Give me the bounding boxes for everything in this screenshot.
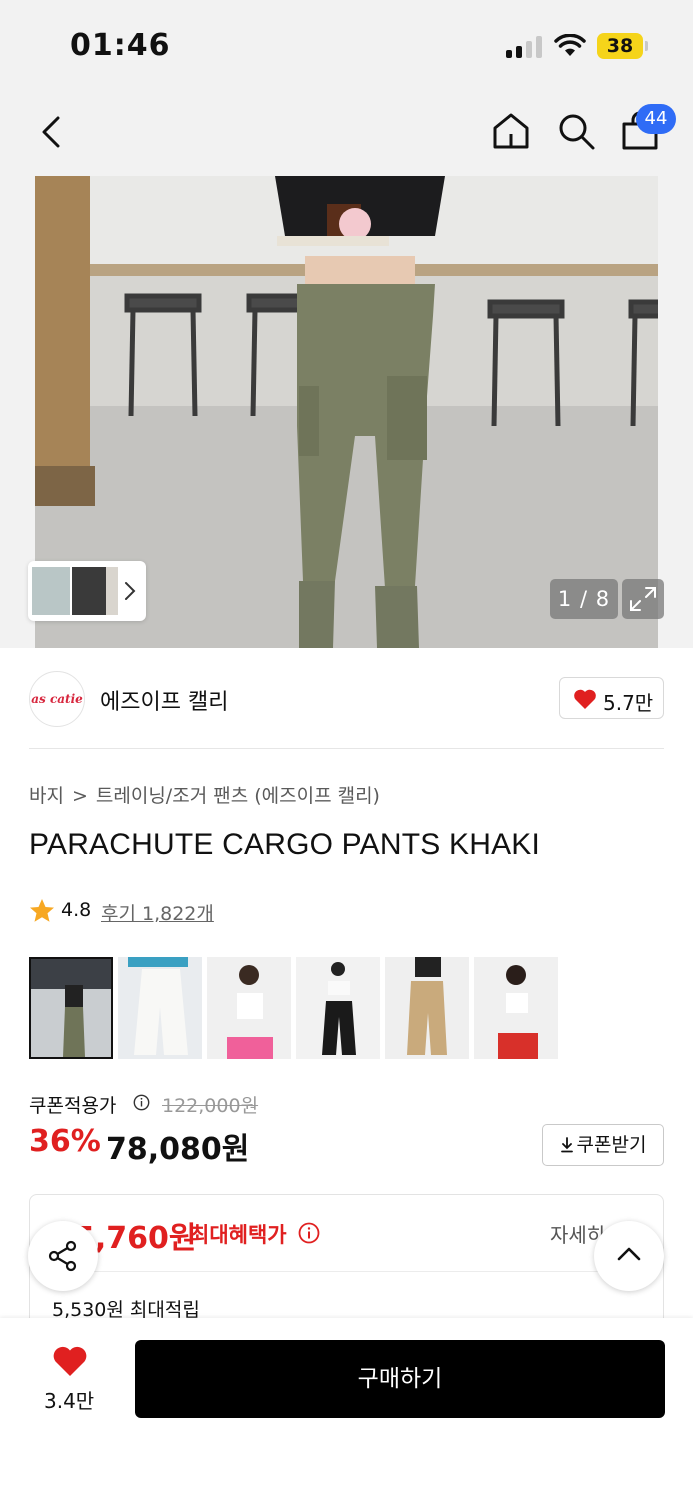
divider: [48, 1271, 648, 1272]
fullscreen-button[interactable]: [622, 579, 664, 619]
bottom-action-bar: 3.4만 구매하기: [0, 1318, 693, 1500]
chevron-up-icon: [617, 1247, 641, 1261]
max-benefit-label: 최대혜택가: [190, 1223, 287, 1247]
chevron-right-icon[interactable]: [124, 580, 136, 602]
final-price: 78,080원: [106, 1132, 250, 1167]
info-icon[interactable]: [298, 1222, 320, 1244]
get-coupon-button[interactable]: 쿠폰받기: [542, 1124, 664, 1166]
brand-like-count: 5.7만: [603, 691, 654, 715]
breadcrumb-category[interactable]: 바지: [29, 785, 64, 807]
cellular-signal-icon: [506, 36, 544, 58]
variant-thumbnail-khaki[interactable]: [29, 957, 113, 1059]
buy-button[interactable]: 구매하기: [135, 1340, 665, 1418]
expand-icon: [630, 587, 656, 611]
gallery-thumbnail-strip[interactable]: [28, 561, 146, 621]
star-icon: [30, 899, 54, 922]
get-coupon-label: 쿠폰받기: [576, 1134, 647, 1156]
wifi-icon: [554, 34, 586, 56]
battery-indicator: 38: [597, 33, 643, 59]
coupon-price-label: 쿠폰적용가: [29, 1095, 117, 1117]
breadcrumb-subcategory[interactable]: 트레이닝/조거 팬츠 (에즈이프 캘리): [96, 785, 380, 807]
info-icon[interactable]: [133, 1094, 150, 1111]
benefit-card[interactable]: 5,760원 최대혜택가 자세히 5,530원 최대적립: [29, 1194, 664, 1334]
variant-thumbnail-pink[interactable]: [207, 957, 291, 1059]
top-navigation: [0, 92, 693, 176]
rating-score: 4.8: [61, 899, 92, 921]
home-icon[interactable]: [490, 110, 532, 152]
search-icon[interactable]: [555, 110, 597, 152]
review-count-link[interactable]: 후기 1,822개: [101, 899, 214, 926]
brand-name[interactable]: 에즈이프 캘리: [100, 684, 228, 716]
variant-thumbnail-red[interactable]: [474, 957, 558, 1059]
variant-thumbnail-beige[interactable]: [385, 957, 469, 1059]
heart-icon[interactable]: [52, 1345, 88, 1377]
variant-thumbnail-black[interactable]: [296, 957, 380, 1059]
gallery-thumbnail[interactable]: [106, 567, 118, 615]
divider: [29, 748, 664, 749]
cart-count-badge: 44: [636, 104, 676, 134]
back-icon[interactable]: [36, 112, 66, 152]
color-variant-list: [29, 957, 569, 1059]
gallery-page-indicator: 1 / 8: [550, 579, 618, 619]
original-price: 122,000원: [162, 1095, 259, 1117]
variant-thumbnail-white[interactable]: [118, 957, 202, 1059]
scroll-to-top-button[interactable]: [594, 1221, 664, 1291]
download-icon: [560, 1137, 573, 1153]
discount-rate: 36%: [29, 1124, 101, 1159]
gallery-thumbnail[interactable]: [72, 567, 110, 615]
share-icon: [48, 1240, 77, 1272]
product-title: PARACHUTE CARGO PANTS KHAKI: [29, 828, 541, 861]
product-like-count: 3.4만: [44, 1389, 95, 1413]
gallery-thumbnail[interactable]: [32, 567, 70, 615]
brand-like-button[interactable]: 5.7만: [559, 677, 664, 719]
brand-logo[interactable]: as catie: [29, 671, 85, 727]
heart-icon: [574, 689, 596, 709]
battery-tip: [645, 41, 648, 51]
status-time: 01:46: [70, 28, 171, 63]
breadcrumb: 바지 > 트레이닝/조거 팬츠 (에즈이프 캘리): [29, 781, 380, 808]
share-button[interactable]: [28, 1221, 98, 1291]
status-bar: 01:46 38: [0, 0, 693, 92]
breadcrumb-separator: >: [71, 785, 88, 807]
